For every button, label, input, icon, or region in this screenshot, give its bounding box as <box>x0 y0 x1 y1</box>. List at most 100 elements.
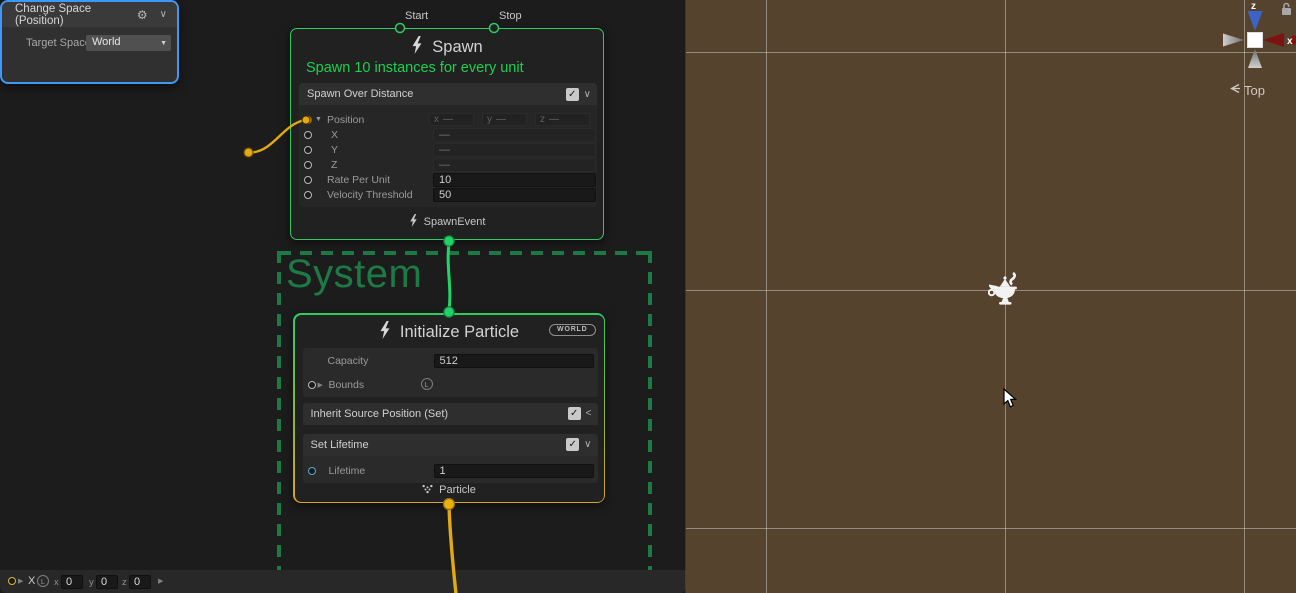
spawn-node-subtitle: Spawn 10 instances for every unit <box>306 60 603 76</box>
position-row: ▼ Position x— y— z— <box>299 113 597 128</box>
z-row: Z — <box>299 158 597 173</box>
view-angle-label[interactable]: Top <box>1228 82 1265 98</box>
change-space-port-label: X <box>28 575 35 587</box>
y-input-port[interactable] <box>304 146 312 154</box>
scene-view-pane[interactable]: z x Top <box>686 0 1296 593</box>
rate-per-unit-label: Rate Per Unit <box>327 174 390 186</box>
spawn-stop-port-label: Stop <box>499 10 522 22</box>
spawn-event-footer: SpawnEvent <box>291 214 603 230</box>
z-label: Z <box>331 159 337 171</box>
capacity-field[interactable]: 512 <box>434 354 594 368</box>
gizmo-axis-x-cone <box>1263 33 1284 47</box>
scene-orientation-gizmo[interactable]: z x <box>1216 0 1296 80</box>
z-value-field[interactable]: 0 <box>129 575 151 589</box>
gizmo-axis-down-cone <box>1248 49 1262 68</box>
vfx-lamp-gizmo-icon[interactable] <box>988 272 1022 313</box>
world-space-badge[interactable]: WORLD <box>549 324 595 336</box>
z-field[interactable]: — <box>433 158 596 172</box>
chevron-down-icon[interactable]: ∨ <box>584 88 591 101</box>
bounds-input-port[interactable] <box>308 381 316 389</box>
axis-z-prefix: z <box>540 114 545 125</box>
y-field[interactable]: — <box>433 143 596 157</box>
graph-editor-pane[interactable]: System Start Stop Spawn Spawn 10 instanc… <box>0 0 686 593</box>
target-space-dropdown[interactable]: World ▼ <box>86 35 171 51</box>
spawn-over-distance-checkbox[interactable]: ✓ <box>566 88 579 101</box>
velocity-threshold-row: Velocity Threshold 50 <box>299 188 597 203</box>
lifetime-input-port[interactable] <box>308 467 316 475</box>
grid-line-horizontal <box>686 528 1296 529</box>
system-group-label: System <box>286 252 422 297</box>
view-label-text: Top <box>1244 83 1265 98</box>
velocity-threshold-port[interactable] <box>304 191 312 199</box>
change-space-node[interactable]: Change Space (Position) ⚙ ∨ Target Space… <box>0 0 179 84</box>
position-input-port[interactable] <box>304 116 312 124</box>
chevron-left-icon[interactable]: < <box>586 407 592 420</box>
system-group-border-left <box>277 251 281 593</box>
y-row: Y — <box>299 143 597 158</box>
position-z-value: — <box>549 114 559 125</box>
capacity-row: Capacity 512 <box>303 354 598 369</box>
y-value-field[interactable]: 0 <box>96 575 118 589</box>
spawn-over-distance-block[interactable]: Spawn Over Distance ✓ ∨ ▼ Position x— y—… <box>299 83 597 207</box>
set-lifetime-title: Set Lifetime <box>311 439 369 451</box>
spawn-node-title: Spawn <box>432 38 482 57</box>
inherit-source-position-checkbox[interactable]: ✓ <box>568 407 581 420</box>
lightning-icon <box>379 321 391 344</box>
position-y-value: — <box>496 114 506 125</box>
axis-z-prefix: z <box>122 577 127 588</box>
lock-icon <box>1282 4 1291 16</box>
gear-icon[interactable]: ⚙ <box>137 8 148 22</box>
position-x-field[interactable]: x— <box>429 113 474 126</box>
position-expand-icon[interactable]: ▼ <box>315 116 322 123</box>
vfx-graph-window: System Start Stop Spawn Spawn 10 instanc… <box>0 0 1296 593</box>
set-lifetime-block[interactable]: Set Lifetime ✓ ∨ Lifetime 1 <box>303 434 598 483</box>
velocity-threshold-label: Velocity Threshold <box>327 189 413 201</box>
local-space-icon[interactable]: L <box>421 378 433 390</box>
initialize-particle-node[interactable]: Initialize Particle WORLD Capacity 512 ▶… <box>293 313 605 503</box>
x-value-field[interactable]: 0 <box>61 575 83 589</box>
axis-x-prefix: x <box>54 577 59 588</box>
dropdown-arrow-icon: ▼ <box>160 36 167 51</box>
grid-line-vertical <box>766 0 767 593</box>
local-space-icon[interactable]: L <box>37 575 49 587</box>
set-lifetime-checkbox[interactable]: ✓ <box>566 438 579 451</box>
gizmo-axis-z-cone <box>1248 11 1263 31</box>
x-input-port[interactable] <box>304 131 312 139</box>
lifetime-row: Lifetime 1 <box>303 464 598 479</box>
capacity-bounds-block: Capacity 512 ▶ Bounds L <box>303 348 598 397</box>
change-space-title: Change Space (Position) <box>15 3 137 27</box>
triangle-right-icon: ▶ <box>18 577 23 585</box>
triangle-right-icon[interactable]: ▶ <box>318 381 323 389</box>
spawn-event-label: SpawnEvent <box>424 216 486 228</box>
chevron-down-icon[interactable]: ∨ <box>584 438 591 451</box>
change-space-output-port <box>244 148 253 157</box>
inherit-source-position-block[interactable]: Inherit Source Position (Set) ✓ < <box>303 403 598 425</box>
lightning-icon <box>409 214 418 230</box>
position-y-field[interactable]: y— <box>482 113 527 126</box>
change-space-body: Target Space World ▼ <box>2 27 177 60</box>
bounds-row: ▶ Bounds L <box>303 378 598 393</box>
lifetime-field[interactable]: 1 <box>434 464 594 478</box>
z-input-port[interactable] <box>304 161 312 169</box>
rate-per-unit-field[interactable]: 10 <box>433 173 596 187</box>
position-x-value: — <box>443 114 453 125</box>
spawn-over-distance-header[interactable]: Spawn Over Distance ✓ ∨ <box>299 83 597 105</box>
grid-line-horizontal <box>686 52 1296 53</box>
spawn-node-header: Spawn <box>291 34 603 60</box>
change-space-header[interactable]: Change Space (Position) ⚙ ∨ <box>2 2 177 27</box>
position-z-field[interactable]: z— <box>535 113 590 126</box>
x-row: X — <box>299 128 597 143</box>
spawn-over-distance-title: Spawn Over Distance <box>307 88 413 100</box>
axis-y-prefix: y <box>487 114 492 125</box>
gizmo-x-label: x <box>1287 36 1293 47</box>
lifetime-label: Lifetime <box>329 465 366 477</box>
velocity-threshold-field[interactable]: 50 <box>433 188 596 202</box>
x-field[interactable]: — <box>433 128 596 142</box>
spawn-start-port-label: Start <box>405 10 428 22</box>
rate-per-unit-port[interactable] <box>304 176 312 184</box>
spawn-context-node[interactable]: Spawn Spawn 10 instances for every unit … <box>290 28 604 240</box>
initialize-node-title: Initialize Particle <box>400 323 519 342</box>
view-chevron-icon <box>1228 82 1241 98</box>
change-space-input-port[interactable] <box>8 577 16 585</box>
chevron-down-icon[interactable]: ∨ <box>160 8 167 21</box>
